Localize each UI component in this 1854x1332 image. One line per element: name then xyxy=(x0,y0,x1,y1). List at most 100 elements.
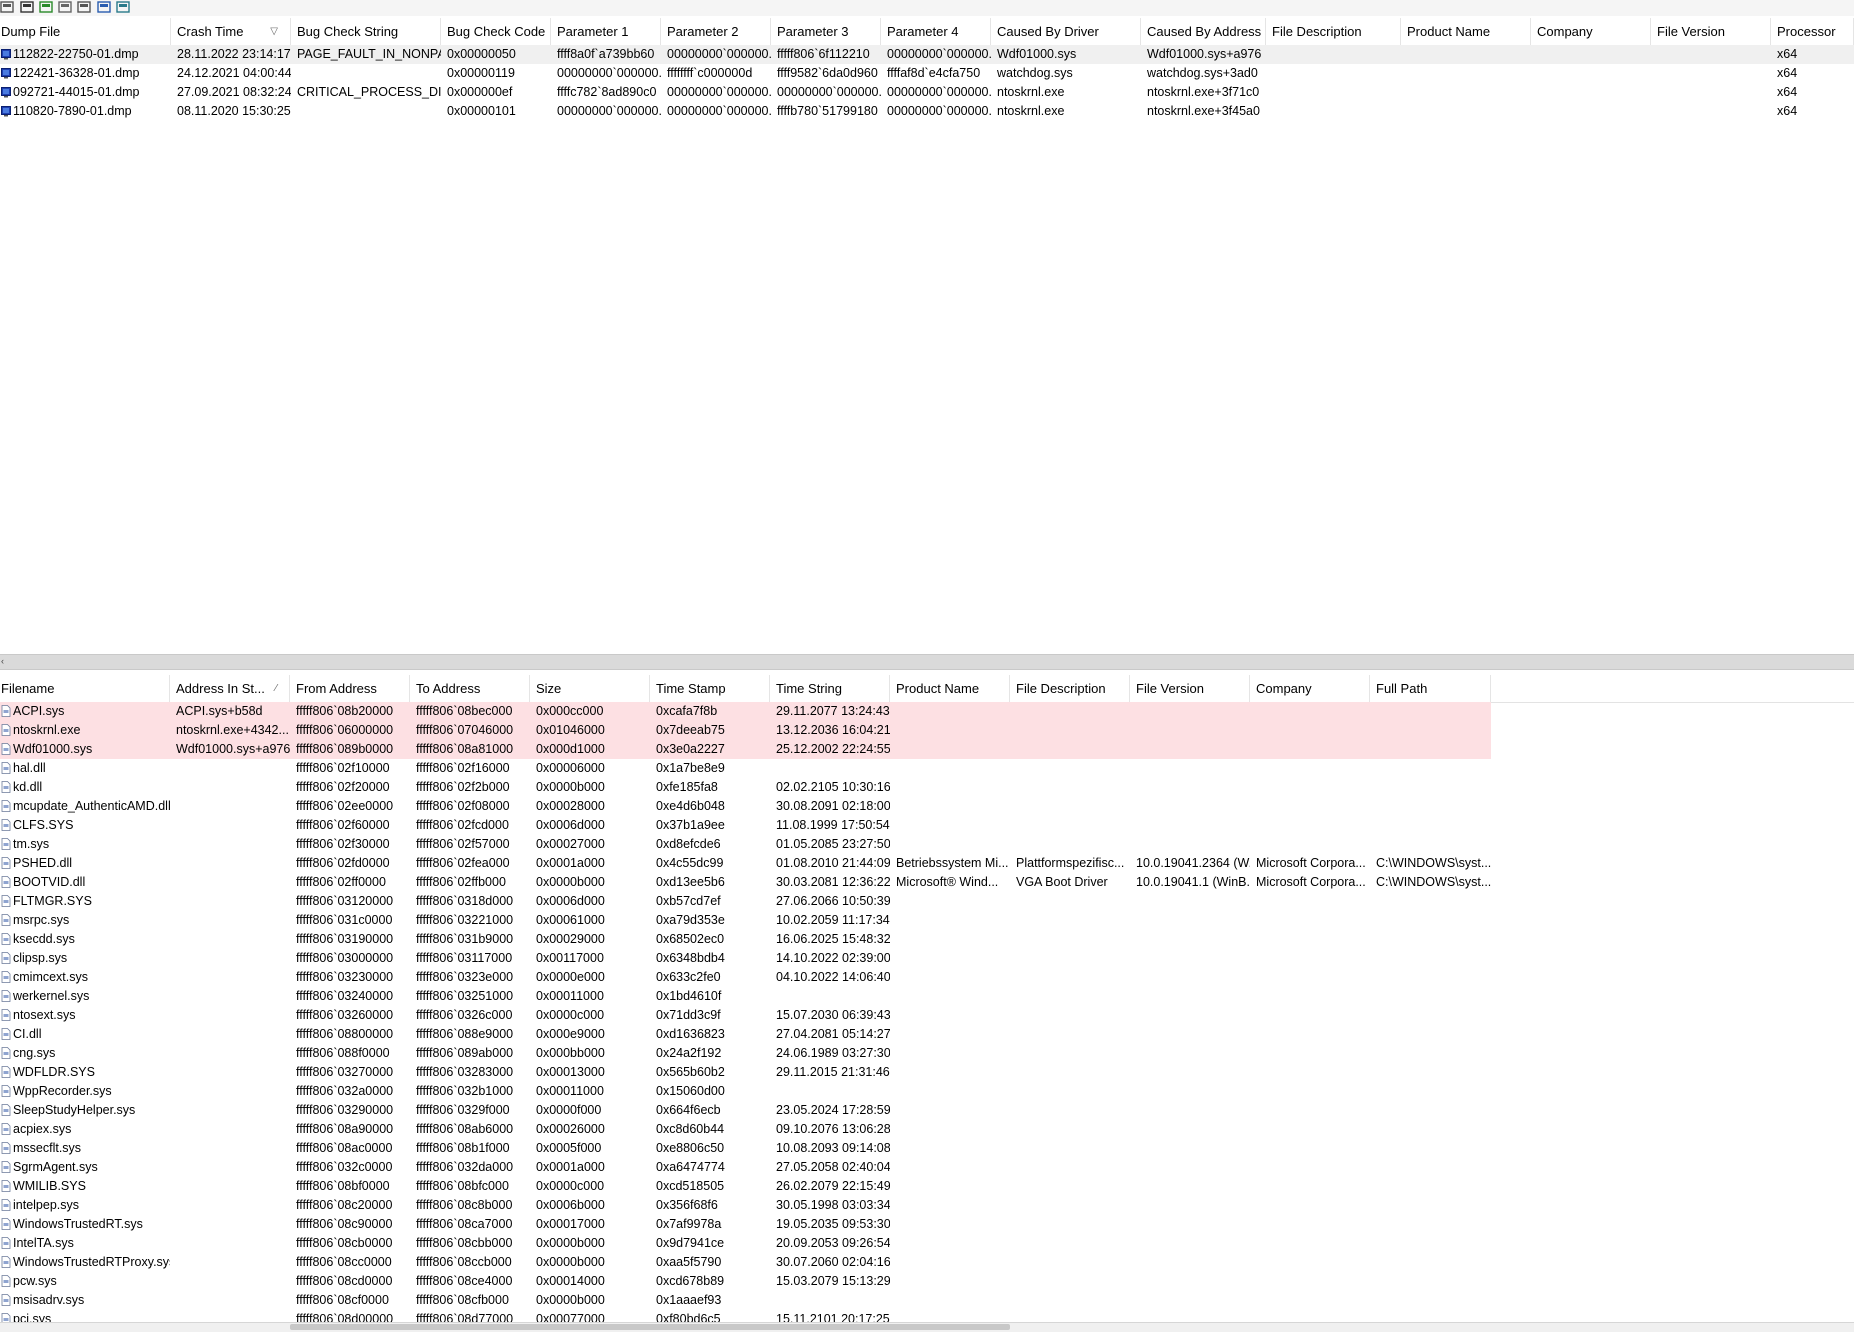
dump-col-bug-check-code[interactable]: Bug Check Code xyxy=(441,18,551,45)
driver-row[interactable]: FLTMGR.SYS fffff806`03120000 fffff806`0318… xyxy=(0,892,1854,911)
pane-splitter[interactable]: ‹ xyxy=(0,654,1854,670)
driver-row[interactable]: clipsp.sys fffff806`03000000 fffff806`0311… xyxy=(0,949,1854,968)
driver-row[interactable]: pci.sys fffff806`08d00000 fffff806`08d7700… xyxy=(0,1310,1854,1322)
driver-row[interactable]: CI.dll fffff806`08800000 fffff806`088e9000… xyxy=(0,1025,1854,1044)
driver-cell-time-string: 15.03.2079 15:13:29 xyxy=(776,1274,890,1288)
dump-col-file-version[interactable]: File Version xyxy=(1651,18,1771,45)
driver-row[interactable]: acpiex.sys fffff806`08a90000 fffff806`08ab… xyxy=(0,1120,1854,1139)
driver-cell-time-stamp: 0xc8d60b44 xyxy=(656,1122,725,1136)
driver-row[interactable]: kd.dll fffff806`02f20000 fffff806`02f2b000… xyxy=(0,778,1854,797)
driver-cell-file-version xyxy=(1130,1006,1250,1025)
driver-cell-address-in-st xyxy=(170,968,290,987)
driver-col-size[interactable]: Size xyxy=(530,675,650,702)
find-icon[interactable] xyxy=(97,1,111,13)
driver-row[interactable]: werkernel.sys fffff806`03240000 fffff806`0… xyxy=(0,987,1854,1006)
driver-row[interactable]: WindowsTrustedRT.sys fffff806`08c90000 fff… xyxy=(0,1215,1854,1234)
driver-col-time-stamp[interactable]: Time Stamp xyxy=(650,675,770,702)
driver-col-from-address[interactable]: From Address xyxy=(290,675,410,702)
driver-row[interactable]: msisadrv.sys fffff806`08cf0000 fffff806`08… xyxy=(0,1291,1854,1310)
driver-row[interactable]: msrpc.sys fffff806`031c0000 fffff806`03221… xyxy=(0,911,1854,930)
driver-cell-full-path xyxy=(1370,1272,1491,1291)
driver-cell-file-description xyxy=(1010,759,1130,778)
driver-row[interactable]: ntosext.sys fffff806`03260000 fffff806`032… xyxy=(0,1006,1854,1025)
driver-col-product-name[interactable]: Product Name xyxy=(890,675,1010,702)
driver-col-address-in-st[interactable]: Address In St... ⁄ xyxy=(170,675,290,702)
driver-row[interactable]: ACPI.sys ACPI.sys+b58d fffff806`08b20000 ff… xyxy=(0,702,1854,721)
about-icon[interactable] xyxy=(116,1,130,13)
driver-cell-file-version xyxy=(1130,911,1250,930)
dump-row[interactable]: 112822-22750-01.dmp 28.11.2022 23:14:17 PA… xyxy=(0,45,1854,64)
dump-col-parameter-1[interactable]: Parameter 1 xyxy=(551,18,661,45)
refresh-icon[interactable] xyxy=(39,1,53,13)
column-label: File Version xyxy=(1657,24,1725,39)
dump-cell-crash-time: 24.12.2021 04:00:44 xyxy=(177,66,291,80)
driver-cell-file-version xyxy=(1130,1253,1250,1272)
dump-col-dump-file[interactable]: Dump File xyxy=(0,18,171,45)
driver-col-company[interactable]: Company xyxy=(1250,675,1370,702)
driver-row[interactable]: WDFLDR.SYS fffff806`03270000 fffff806`0328… xyxy=(0,1063,1854,1082)
dump-row[interactable]: 110820-7890-01.dmp 08.11.2020 15:30:25 0x0… xyxy=(0,102,1854,121)
dump-col-product-name[interactable]: Product Name xyxy=(1401,18,1531,45)
driver-cell-filename: SgrmAgent.sys xyxy=(13,1160,98,1174)
copy-icon[interactable] xyxy=(58,1,72,13)
driver-row[interactable]: ksecdd.sys fffff806`03190000 fffff806`031b… xyxy=(0,930,1854,949)
driver-row[interactable]: cmimcext.sys fffff806`03230000 fffff806`03… xyxy=(0,968,1854,987)
dump-col-parameter-3[interactable]: Parameter 3 xyxy=(771,18,881,45)
dump-col-caused-by-address[interactable]: Caused By Address xyxy=(1141,18,1266,45)
scrollbar-thumb[interactable] xyxy=(290,1324,1010,1330)
driver-cell-size: 0x0000b000 xyxy=(536,1293,605,1307)
driver-col-file-version[interactable]: File Version xyxy=(1130,675,1250,702)
driver-cell-size: 0x0000e000 xyxy=(536,970,605,984)
driver-row[interactable]: WppRecorder.sys fffff806`032a0000 fffff806… xyxy=(0,1082,1854,1101)
driver-col-time-string[interactable]: Time String xyxy=(770,675,890,702)
driver-row[interactable]: PSHED.dll fffff806`02fd0000 fffff806`02fea… xyxy=(0,854,1854,873)
dump-col-company[interactable]: Company xyxy=(1531,18,1651,45)
driver-row[interactable]: pcw.sys fffff806`08cd0000 fffff806`08ce400… xyxy=(0,1272,1854,1291)
dump-row[interactable]: 122421-36328-01.dmp 24.12.2021 04:00:44 0x… xyxy=(0,64,1854,83)
column-label: Crash Time xyxy=(177,24,244,39)
open-icon[interactable] xyxy=(0,1,14,13)
driver-row[interactable]: SleepStudyHelper.sys fffff806`03290000 fff… xyxy=(0,1101,1854,1120)
driver-col-to-address[interactable]: To Address xyxy=(410,675,530,702)
driver-row[interactable]: BOOTVID.dll fffff806`02ff0000 fffff806`02f… xyxy=(0,873,1854,892)
driver-row[interactable]: CLFS.SYS fffff806`02f60000 fffff806`02fcd0… xyxy=(0,816,1854,835)
driver-col-filename[interactable]: Filename xyxy=(0,675,170,702)
driver-cell-file-version xyxy=(1130,1310,1250,1322)
dump-col-parameter-4[interactable]: Parameter 4 xyxy=(881,18,991,45)
driver-row[interactable]: SgrmAgent.sys fffff806`032c0000 fffff806`0… xyxy=(0,1158,1854,1177)
driver-row[interactable]: tm.sys fffff806`02f30000 fffff806`02f57000… xyxy=(0,835,1854,854)
driver-cell-address-in-st: Wdf01000.sys+a976 xyxy=(176,742,290,756)
driver-cell-file-description xyxy=(1010,1177,1130,1196)
driver-col-full-path[interactable]: Full Path xyxy=(1370,675,1491,702)
dump-col-file-description[interactable]: File Description xyxy=(1266,18,1401,45)
driver-col-file-description[interactable]: File Description xyxy=(1010,675,1130,702)
driver-row[interactable]: mcupdate_AuthenticAMD.dll fffff806`02ee00… xyxy=(0,797,1854,816)
driver-row[interactable]: WindowsTrustedRTProxy.sys fffff806`08cc00… xyxy=(0,1253,1854,1272)
save-icon[interactable] xyxy=(20,1,34,13)
driver-row[interactable]: cng.sys fffff806`088f0000 fffff806`089ab00… xyxy=(0,1044,1854,1063)
dump-col-parameter-2[interactable]: Parameter 2 xyxy=(661,18,771,45)
driver-row[interactable]: ntoskrnl.exe ntoskrnl.exe+4342... fffff806… xyxy=(0,721,1854,740)
dump-col-caused-by-driver[interactable]: Caused By Driver xyxy=(991,18,1141,45)
driver-cell-file-description xyxy=(1010,1158,1130,1177)
driver-row[interactable]: Wdf01000.sys Wdf01000.sys+a976 fffff806`08… xyxy=(0,740,1854,759)
dump-col-bug-check-string[interactable]: Bug Check String xyxy=(291,18,441,45)
driver-row[interactable]: mssecflt.sys fffff806`08ac0000 fffff806`08… xyxy=(0,1139,1854,1158)
driver-cell-file-version xyxy=(1130,1177,1250,1196)
dump-cell-processor: x64 xyxy=(1777,47,1798,61)
driver-cell-time-stamp: 0xd8efcde6 xyxy=(656,837,721,851)
driver-cell-filename: WDFLDR.SYS xyxy=(13,1065,95,1079)
driver-cell-address-in-st xyxy=(170,1044,290,1063)
driver-cell-to-address: fffff806`08cfb000 xyxy=(416,1293,509,1307)
driver-row[interactable]: intelpep.sys fffff806`08c20000 fffff806`08… xyxy=(0,1196,1854,1215)
dump-col-crash-time[interactable]: Crash Time ▽ xyxy=(171,18,291,45)
properties-icon[interactable] xyxy=(77,1,91,13)
driver-row[interactable]: WMILIB.SYS fffff806`08bf0000 fffff806`08bf… xyxy=(0,1177,1854,1196)
column-label: From Address xyxy=(296,681,377,696)
driver-cell-time-string: 13.12.2036 16:04:21 xyxy=(776,723,890,737)
dump-row[interactable]: 092721-44015-01.dmp 27.09.2021 08:32:24 CR… xyxy=(0,83,1854,102)
driver-row[interactable]: IntelTA.sys fffff806`08cb0000 fffff806`08c… xyxy=(0,1234,1854,1253)
driver-row[interactable]: hal.dll fffff806`02f10000 fffff806`02f1600… xyxy=(0,759,1854,778)
driver-cell-time-string: 25.12.2002 22:24:55 xyxy=(776,742,890,756)
dump-col-processor[interactable]: Processor xyxy=(1771,18,1854,45)
